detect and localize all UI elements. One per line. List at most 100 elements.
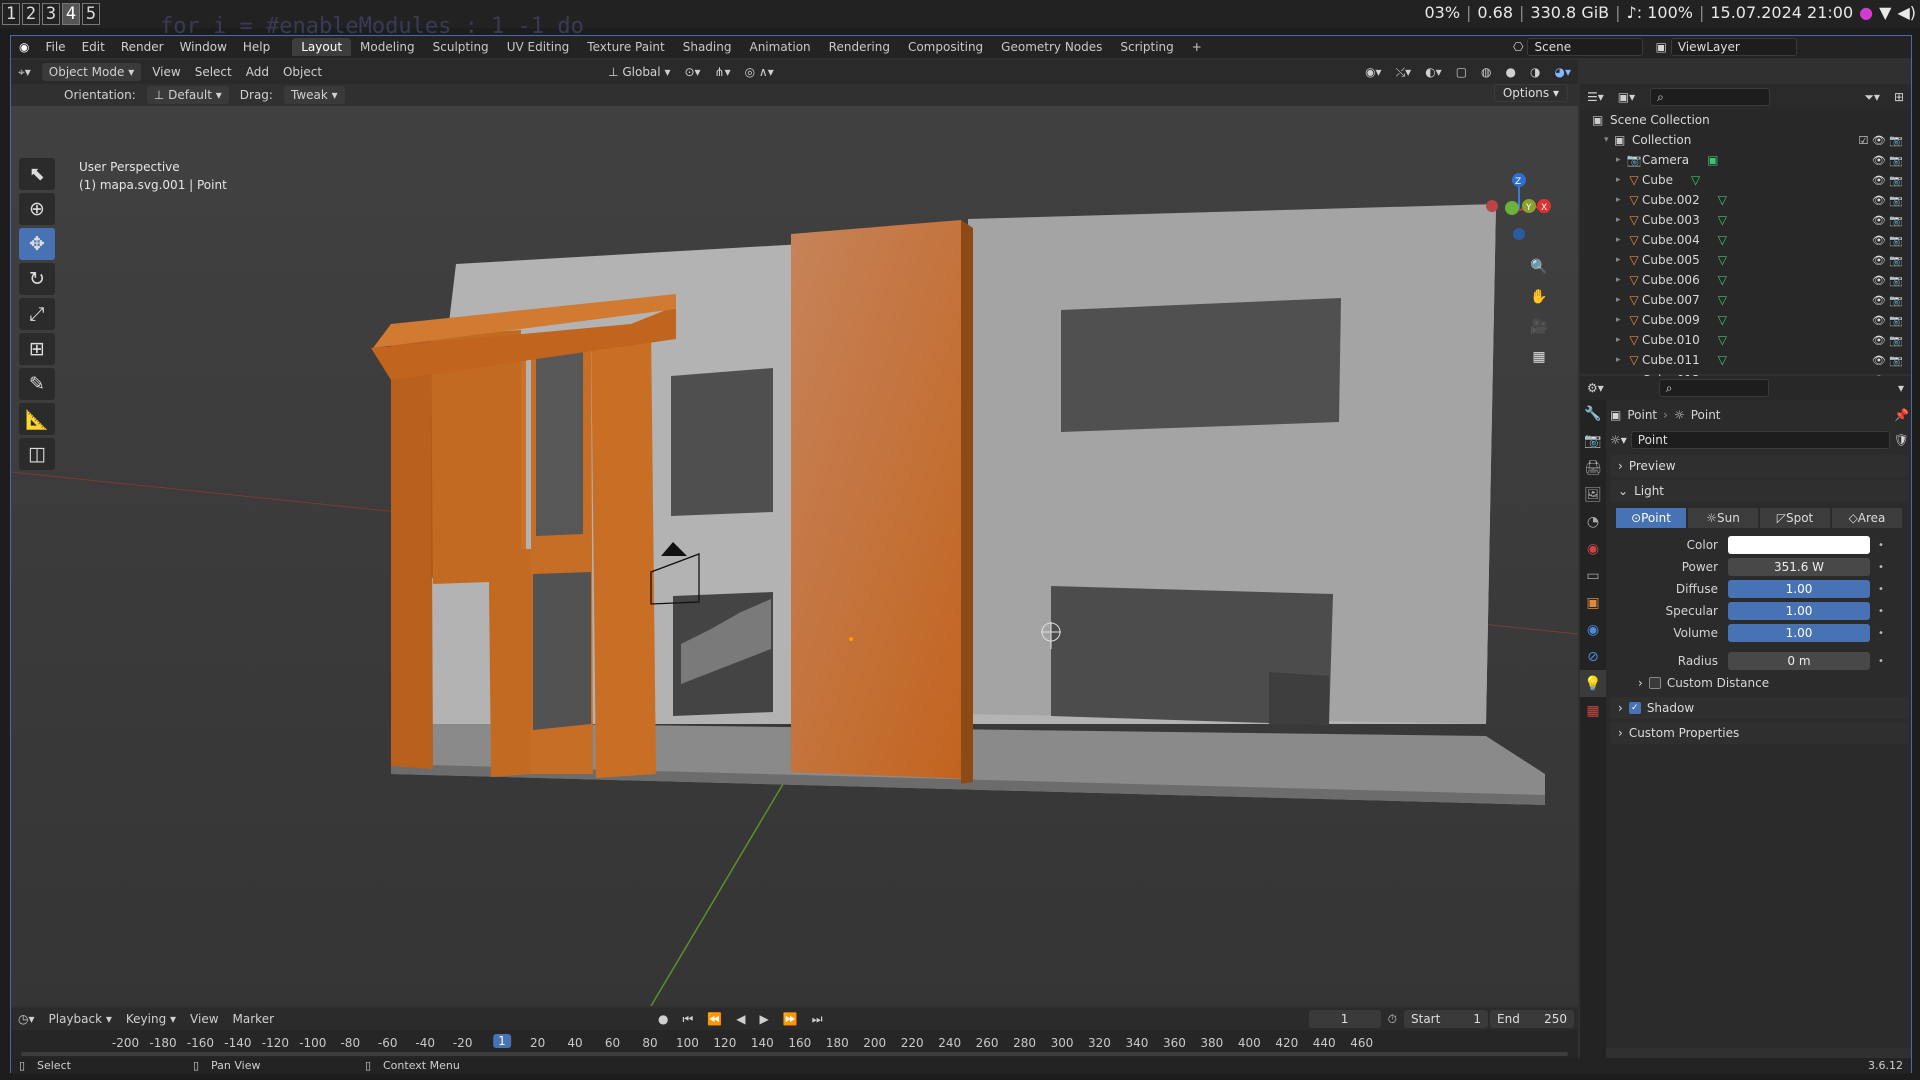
- outliner-item[interactable]: ▸ ▽ Cube.006 ▽ 👁 📷: [1580, 270, 1911, 290]
- pan-hand-icon[interactable]: ✋: [1526, 284, 1552, 310]
- visibility-toggle-icon[interactable]: 👁 📷: [1872, 154, 1903, 167]
- menu-render[interactable]: Render: [113, 40, 172, 54]
- outliner-item[interactable]: ▸ ▽ Cube.002 ▽ 👁 📷: [1580, 190, 1911, 210]
- light-panel-header[interactable]: ⌄ Light: [1610, 480, 1909, 502]
- tool-tab-icon[interactable]: 🔧: [1580, 400, 1606, 427]
- expand-icon[interactable]: ▸: [1616, 155, 1626, 165]
- modifier-tab-icon[interactable]: ◉: [1580, 616, 1606, 643]
- prop-color-field[interactable]: [1728, 536, 1870, 554]
- datablock-browse-icon[interactable]: ☼▾: [1610, 433, 1627, 447]
- measure-tool-icon[interactable]: 📐: [19, 403, 55, 435]
- tab-shading[interactable]: Shading: [674, 38, 741, 56]
- end-frame-field[interactable]: End 250: [1490, 1010, 1574, 1028]
- mesh-data-icon[interactable]: ▽: [1718, 293, 1727, 307]
- play-reverse-icon[interactable]: ◀: [729, 1010, 752, 1028]
- visibility-toggle-icon[interactable]: 👁 📷: [1872, 234, 1903, 247]
- menu-file[interactable]: File: [37, 40, 73, 54]
- view-layer-selector[interactable]: ViewLayer: [1670, 38, 1797, 56]
- start-frame-field[interactable]: Start 1: [1404, 1010, 1488, 1028]
- shadow-panel-header[interactable]: › ✓ Shadow: [1610, 697, 1909, 719]
- texture-tab-icon[interactable]: ▦: [1580, 697, 1606, 724]
- visibility-toggle-icon[interactable]: 👁 📷: [1872, 334, 1903, 347]
- expand-icon[interactable]: ▸: [1616, 355, 1626, 365]
- visibility-toggle-icon[interactable]: 👁 📷: [1872, 214, 1903, 227]
- timeline-editor-icon[interactable]: ◷▾: [11, 1010, 42, 1028]
- view-layer-icon[interactable]: ▣: [1655, 40, 1666, 54]
- new-collection-icon[interactable]: ⊞: [1887, 88, 1911, 106]
- next-keyframe-icon[interactable]: ⏩: [776, 1010, 805, 1028]
- preview-panel-header[interactable]: › Preview: [1610, 455, 1909, 477]
- menu-playback[interactable]: Playback ▾: [42, 1010, 119, 1028]
- current-frame-field[interactable]: 1: [1308, 1010, 1381, 1028]
- select-tool-icon[interactable]: ⬉: [19, 158, 55, 190]
- 3d-viewport[interactable]: Orientation: ⊥ Default ▾ Drag: Tweak ▾ O…: [11, 84, 1578, 1006]
- gizmo-toggle-icon[interactable]: ⤯▾: [1389, 63, 1419, 82]
- upper-window[interactable]: [1061, 298, 1341, 432]
- menu-timeline-view[interactable]: View: [183, 1010, 225, 1028]
- tall-pillar[interactable]: [791, 220, 971, 779]
- menu-select[interactable]: Select: [188, 63, 239, 81]
- outliner-item[interactable]: ▸ ▽ Cube.007 ▽ 👁 📷: [1580, 290, 1911, 310]
- mesh-data-icon[interactable]: ▽: [1718, 353, 1727, 367]
- mesh-data-icon[interactable]: ▽: [1718, 193, 1727, 207]
- tab-animation[interactable]: Animation: [740, 38, 819, 56]
- mesh-data-icon[interactable]: ▽: [1718, 213, 1727, 227]
- prop-diffuse-field[interactable]: 1.00: [1728, 580, 1870, 598]
- menu-edit[interactable]: Edit: [74, 40, 113, 54]
- transform-tool-icon[interactable]: ⊞: [19, 333, 55, 365]
- app-tray-icon[interactable]: ●: [1859, 3, 1873, 22]
- visibility-toggle-icon[interactable]: 👁 📷: [1872, 354, 1903, 367]
- outliner-item[interactable]: ▸ ▽ Cube.011 ▽ 👁 📷: [1580, 350, 1911, 370]
- world-tab-icon[interactable]: ◉: [1580, 535, 1606, 562]
- pivot-point-icon[interactable]: ⊙▾: [677, 63, 707, 81]
- workspace-3[interactable]: 3: [42, 3, 60, 25]
- workspace-2[interactable]: 2: [22, 3, 40, 25]
- options-button[interactable]: Options ▾: [1493, 84, 1568, 102]
- proportional-edit-icon[interactable]: ◎ ∧▾: [738, 63, 781, 81]
- editor-type-icon[interactable]: ⌖▾: [11, 63, 38, 82]
- menu-add[interactable]: Add: [239, 63, 276, 81]
- keyframe-dot-icon[interactable]: •: [1878, 562, 1884, 573]
- keyframe-dot-icon[interactable]: •: [1878, 540, 1884, 551]
- scene-icon[interactable]: ⎔: [1513, 40, 1523, 54]
- keyframe-dot-icon[interactable]: •: [1878, 606, 1884, 617]
- outliner-item[interactable]: ▸ ▽ Cube.010 ▽ 👁 📷: [1580, 330, 1911, 350]
- timeline-ruler[interactable]: -200 -180 -160 -140 -120 -100 -80 -60 -40 -20 20 40…: [11, 1030, 1578, 1058]
- rotate-tool-icon[interactable]: ↻: [19, 263, 55, 295]
- view-layer-tab-icon[interactable]: 🖼: [1580, 481, 1606, 508]
- speaker-icon[interactable]: ◀): [1897, 3, 1916, 22]
- mesh-data-icon[interactable]: ▽: [1718, 273, 1727, 287]
- scale-tool-icon[interactable]: ⤢: [19, 298, 55, 330]
- outliner-item[interactable]: ▸ ▽ Cube.005 ▽ 👁 📷: [1580, 250, 1911, 270]
- keyframe-dot-icon[interactable]: •: [1878, 584, 1884, 595]
- outliner-search-input[interactable]: ⌕: [1650, 88, 1771, 106]
- custom-distance-checkbox[interactable]: [1648, 677, 1661, 689]
- mesh-data-icon[interactable]: ▽: [1718, 313, 1727, 327]
- datablock-name-field[interactable]: Point: [1630, 431, 1890, 449]
- drag-selector[interactable]: Tweak ▾: [283, 86, 345, 104]
- outliner-item[interactable]: ▸ ▽ Cube ▽ 👁 📷: [1580, 170, 1911, 190]
- prop-specular-field[interactable]: 1.00: [1728, 602, 1870, 620]
- porch-left-pillar[interactable]: [391, 340, 433, 769]
- constraint-tab-icon[interactable]: ⊘: [1580, 643, 1606, 670]
- prop-power-field[interactable]: 351.6 W: [1728, 558, 1870, 576]
- visibility-icon[interactable]: ◉▾: [1358, 63, 1389, 81]
- menu-window[interactable]: Window: [172, 40, 235, 54]
- prev-keyframe-icon[interactable]: ⏪: [700, 1010, 729, 1028]
- visibility-toggle-icon[interactable]: 👁 📷: [1872, 314, 1903, 327]
- tab-uv-editing[interactable]: UV Editing: [498, 38, 579, 56]
- transform-orientation-selector[interactable]: ⊥ Global ▾: [601, 63, 677, 81]
- cursor-tool-icon[interactable]: ⊕: [19, 193, 55, 225]
- workspace-4[interactable]: 4: [62, 3, 80, 25]
- expand-icon[interactable]: ▸: [1616, 335, 1626, 345]
- fake-user-icon[interactable]: 🛡: [1894, 433, 1909, 447]
- mesh-data-icon[interactable]: ▽: [1718, 253, 1727, 267]
- playhead[interactable]: 1: [493, 1034, 511, 1048]
- collection-visibility[interactable]: ☑ 👁 📷: [1858, 134, 1903, 147]
- add-cube-tool-icon[interactable]: ◫: [19, 438, 55, 470]
- properties-editor-icon[interactable]: ⚙▾: [1580, 379, 1611, 397]
- middle-upper-opening[interactable]: [671, 368, 773, 516]
- outliner-item[interactable]: ▸ ▽ Cube.003 ▽ 👁 📷: [1580, 210, 1911, 230]
- display-mode-icon[interactable]: ▣▾: [1611, 88, 1642, 106]
- menu-view[interactable]: View: [145, 63, 187, 81]
